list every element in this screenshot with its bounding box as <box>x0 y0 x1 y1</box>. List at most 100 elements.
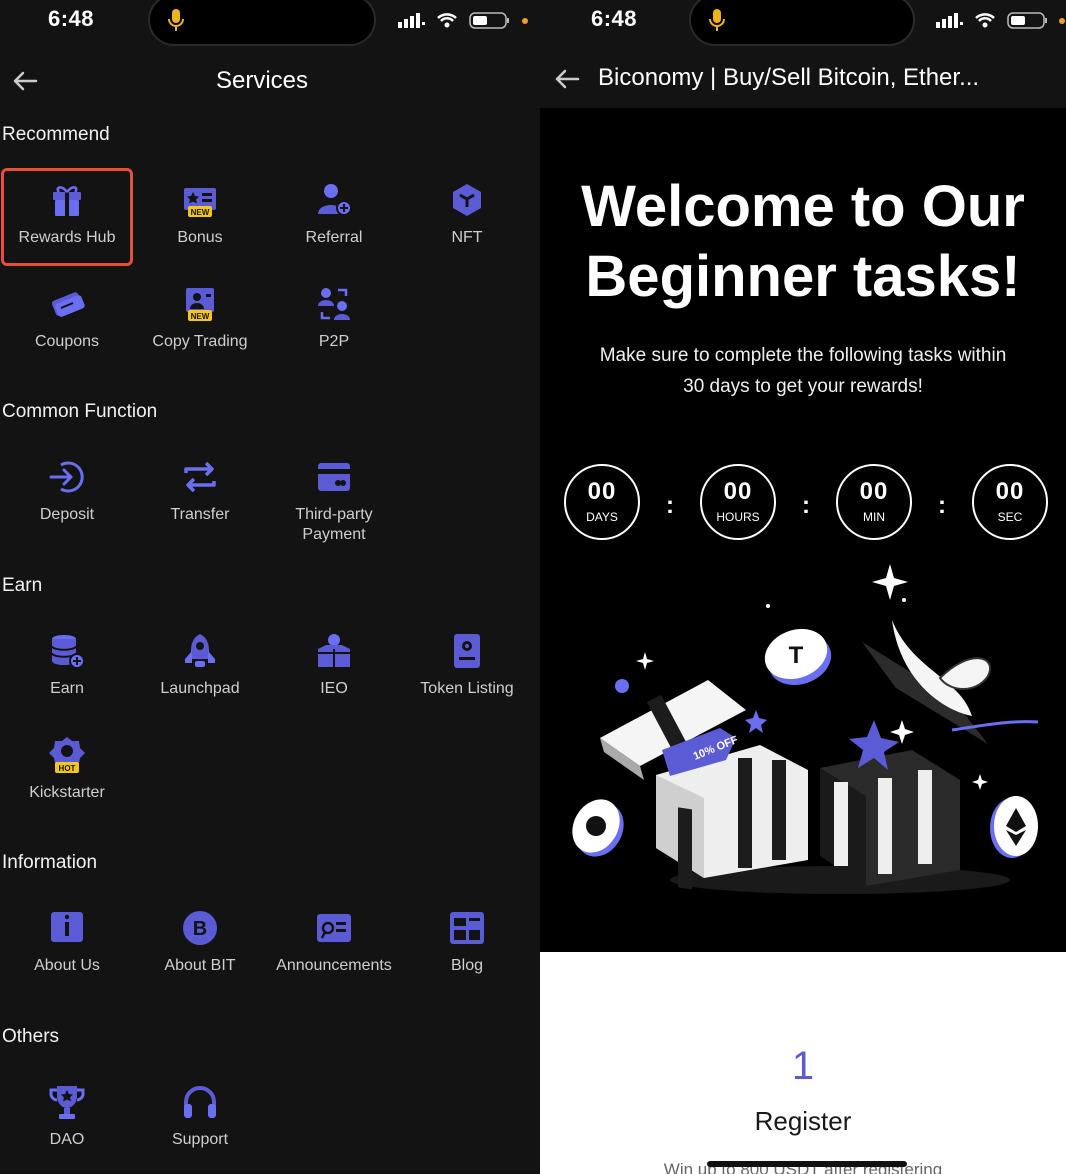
service-label: About Us <box>34 957 100 974</box>
service-label: Copy Trading <box>152 333 248 350</box>
countdown-unit: HOURS <box>716 510 760 524</box>
service-label: Coupons <box>34 333 100 350</box>
kickstarter-badge-icon: HOT <box>49 737 85 773</box>
nft-cube-icon <box>453 184 481 216</box>
headset-icon <box>184 1086 216 1118</box>
hero-line-1: Welcome to Our <box>581 174 1025 239</box>
service-label: Deposit <box>39 506 95 523</box>
countdown-unit: SEC <box>997 510 1023 524</box>
status-time: 6:48 <box>591 6 638 31</box>
service-bonus[interactable]: NEW Bonus <box>133 180 267 248</box>
countdown-minutes: 00 MIN <box>836 464 912 540</box>
new-badge: NEW <box>191 312 210 321</box>
dynamic-island <box>689 0 915 46</box>
hero-heading: Welcome to Our Beginner tasks! <box>540 172 1066 312</box>
status-icons <box>398 12 528 29</box>
countdown-unit: DAYS <box>586 510 618 524</box>
countdown-separator: : <box>802 492 810 519</box>
countdown-hours: 00 HOURS <box>700 464 776 540</box>
service-nft[interactable]: NFT <box>400 180 534 248</box>
token-listing-icon <box>454 634 480 668</box>
service-launchpad[interactable]: Launchpad <box>133 631 267 699</box>
service-p2p[interactable]: P2P <box>267 284 401 352</box>
service-about-us[interactable]: About Us <box>0 908 134 976</box>
countdown-value: 00 <box>587 478 617 505</box>
service-label: About BIT <box>164 957 236 974</box>
service-third-party-payment[interactable]: Third-party Payment <box>267 457 401 545</box>
service-label: IEO <box>320 680 348 697</box>
service-about-bit[interactable]: B About BIT <box>133 908 267 976</box>
section-common-function: Common Function <box>2 401 158 422</box>
service-label: Payment <box>302 526 366 543</box>
section-others: Others <box>2 1026 60 1047</box>
service-kickstarter[interactable]: HOT Kickstarter <box>0 735 134 803</box>
service-label: Announcements <box>276 957 392 974</box>
service-earn[interactable]: Earn <box>0 631 134 699</box>
service-deposit[interactable]: Deposit <box>0 457 134 525</box>
trophy-icon <box>49 1086 85 1119</box>
status-bar: 6:48 <box>0 0 540 50</box>
service-referral[interactable]: Referral <box>267 180 401 248</box>
service-blog[interactable]: Blog <box>400 908 534 976</box>
service-label: NFT <box>451 229 483 246</box>
service-label: Bonus <box>177 229 223 246</box>
service-token-listing[interactable]: Token Listing <box>400 631 534 699</box>
coins-stack-icon <box>51 635 85 669</box>
service-label: Earn <box>50 680 84 697</box>
countdown-seconds: 00 SEC <box>972 464 1048 540</box>
rocket-icon <box>185 634 215 667</box>
page-title: Services <box>216 67 309 94</box>
transfer-arrows-icon <box>184 461 216 493</box>
service-label: Transfer <box>170 506 230 523</box>
bonus-card-icon: NEW <box>184 188 216 217</box>
microphone-icon <box>709 9 725 31</box>
p2p-users-icon <box>318 288 350 320</box>
service-label: Support <box>171 1131 229 1148</box>
back-arrow-icon[interactable] <box>552 64 582 94</box>
ieo-box-icon <box>318 634 350 667</box>
blog-icon <box>450 912 484 944</box>
new-badge: NEW <box>191 208 210 217</box>
step-number: 1 <box>791 1044 815 1088</box>
svg-text:T: T <box>789 642 804 669</box>
hero-subtitle: Make sure to complete the following task… <box>540 340 1066 402</box>
info-icon <box>51 912 83 942</box>
section-earn: Earn <box>2 575 43 596</box>
service-ieo[interactable]: IEO <box>267 631 401 699</box>
coupon-icon <box>51 292 85 317</box>
service-support[interactable]: Support <box>133 1082 267 1150</box>
payment-card-icon <box>318 463 350 491</box>
home-indicator[interactable] <box>707 1161 907 1167</box>
announcement-icon <box>317 914 351 942</box>
service-transfer[interactable]: Transfer <box>133 457 267 525</box>
hero-line-2: Beginner tasks! <box>585 244 1021 309</box>
service-coupons[interactable]: Coupons <box>0 284 134 352</box>
countdown-separator: : <box>938 492 946 519</box>
gift-boxes-illustration: 10% OFF T <box>572 564 1039 894</box>
section-information: Information <box>2 852 98 873</box>
service-dao[interactable]: DAO <box>0 1082 134 1150</box>
service-label: Referral <box>305 229 363 246</box>
countdown-days: 00 DAYS <box>564 464 640 540</box>
countdown-unit: MIN <box>863 510 885 524</box>
bit-coin-icon: B <box>183 911 217 945</box>
service-copy-trading[interactable]: NEW Copy Trading <box>133 284 267 352</box>
gift-icon <box>53 186 81 216</box>
service-announcements[interactable]: Announcements <box>267 908 401 976</box>
back-arrow-icon[interactable] <box>10 66 40 96</box>
countdown-separator: : <box>666 492 674 519</box>
service-label: Blog <box>450 957 484 974</box>
countdown-value: 00 <box>995 478 1025 505</box>
add-user-icon <box>318 184 352 216</box>
deposit-icon <box>49 461 84 493</box>
section-recommend: Recommend <box>2 124 110 145</box>
service-label: P2P <box>318 333 350 350</box>
service-label: Third-party <box>295 506 373 523</box>
countdown-value: 00 <box>859 478 889 505</box>
step-title: Register <box>754 1106 852 1136</box>
countdown-value: 00 <box>723 478 753 505</box>
status-bar: 6:48 <box>540 0 1066 50</box>
service-rewards-hub[interactable]: Rewards Hub <box>0 180 134 248</box>
status-time: 6:48 <box>48 6 95 31</box>
svg-text:B: B <box>193 918 207 940</box>
